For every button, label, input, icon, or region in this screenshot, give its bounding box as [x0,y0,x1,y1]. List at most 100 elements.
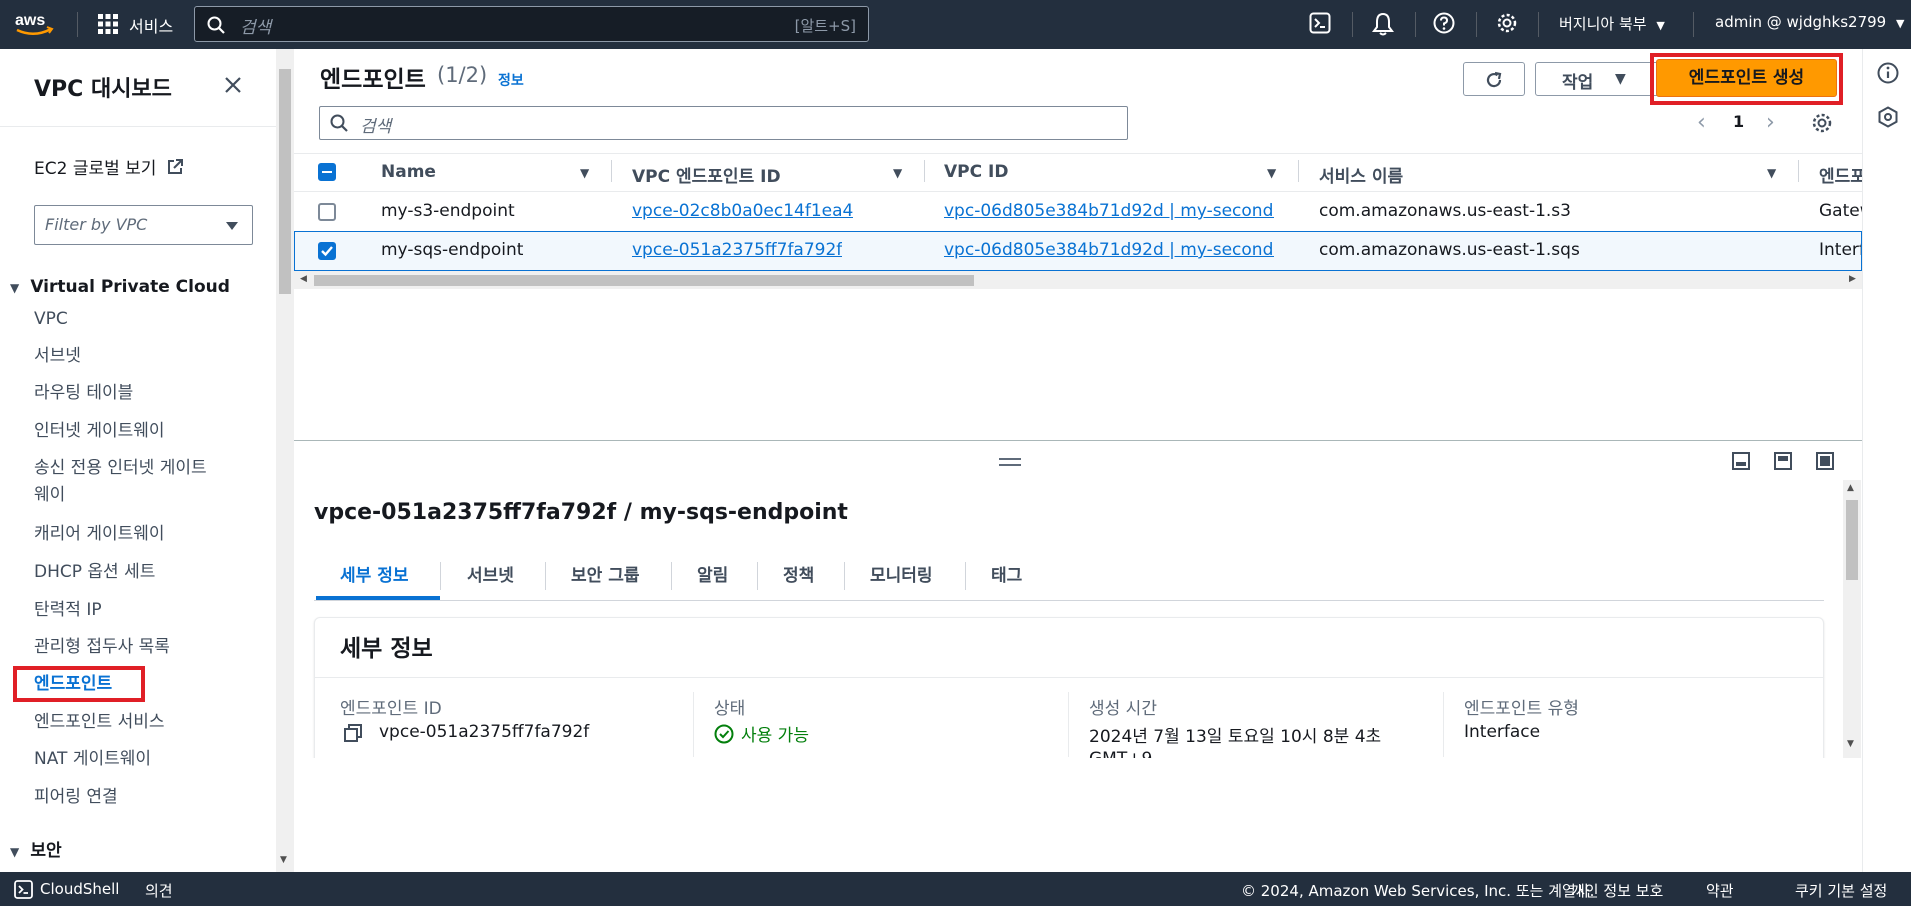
field-label-endpoint-type: 엔드포인트 유형 [1464,699,1579,719]
nav-separator [1476,12,1477,37]
row-endpoint-id-link[interactable]: vpce-02c8b0a0ec14f1ea4 [632,201,853,221]
next-page-icon[interactable]: › [1766,110,1775,135]
column-divider[interactable] [1798,160,1799,182]
tab-notifications[interactable]: 알림 [697,561,728,586]
sidebar-item-peering-connections[interactable]: 피어링 연결 [34,784,118,811]
create-endpoint-button[interactable]: 엔드포인트 생성 [1656,59,1837,97]
right-tools-rail [1862,49,1911,872]
services-grid-icon[interactable] [97,13,119,35]
caret-down-icon: ▼ [1895,17,1905,30]
split-bottom-icon[interactable] [1732,452,1750,470]
table-preferences-icon[interactable] [1811,112,1833,134]
split-side-icon[interactable] [1774,452,1792,470]
info-panel-icon[interactable] [1877,62,1899,84]
sidebar-item-nat-gateways[interactable]: NAT 게이트웨이 [34,746,151,773]
split-off-icon[interactable] [1816,452,1834,470]
scroll-right-icon[interactable]: ▶ [1849,274,1856,284]
aws-logo[interactable]: aws [14,11,54,37]
table-horizontal-scrollbar[interactable]: ◀ ▶ [294,271,1862,289]
account-menu[interactable]: admin @ wjdghks2799 ▼ [1715,13,1904,31]
column-divider[interactable] [1298,160,1299,182]
caret-down-icon [225,221,239,231]
global-search-input[interactable]: 검색 [알트+S] [194,6,869,42]
section-security-toggle[interactable]: ▼ 보안 [10,836,62,861]
scroll-down-icon[interactable]: ▼ [1847,739,1854,749]
row-checkbox-checked[interactable] [318,242,336,260]
help-icon[interactable] [1433,12,1455,34]
region-selector[interactable]: 버지니아 북부 ▼ [1559,13,1665,34]
sidebar-item-egress-only-gateways-wrap[interactable]: 웨이 [34,482,65,509]
sidebar-item-internet-gateways[interactable]: 인터넷 게이트웨이 [34,418,165,445]
table-row[interactable]: my-s3-endpoint vpce-02c8b0a0ec14f1ea4 vp… [294,192,1862,231]
sidebar-scrollbar-thumb[interactable] [279,69,291,294]
detail-scrollbar-thumb[interactable] [1846,500,1858,580]
sidebar-item-subnets[interactable]: 서브넷 [34,343,81,370]
row-endpoint-id-link[interactable]: vpce-051a2375ff7fa792f [632,240,842,260]
row-checkbox[interactable] [318,203,336,221]
cloudshell-icon[interactable] [1309,12,1331,34]
services-menu[interactable]: 서비스 [129,13,173,37]
actions-button[interactable]: 작업 ▼ [1535,62,1664,96]
feedback-link[interactable]: 의견 [145,880,173,901]
sidebar-title[interactable]: VPC 대시보드 [34,71,172,103]
sidebar-item-carrier-gateways[interactable]: 캐리어 게이트웨이 [34,521,165,548]
sidebar-item-egress-only-gateways[interactable]: 송신 전용 인터넷 게이트 [34,455,207,482]
notifications-bell-icon[interactable] [1372,12,1394,36]
tab-tags[interactable]: 태그 [991,561,1022,586]
ec2-global-view-link[interactable]: EC2 글로벌 보기 [34,154,184,179]
sidebar-item-endpoints[interactable]: 엔드포인트 [34,671,112,698]
previous-page-icon[interactable]: ‹ [1697,110,1706,135]
refresh-button[interactable] [1463,62,1525,96]
sort-icon[interactable]: ▼ [1767,166,1776,180]
sidebar-scrollbar[interactable]: ▼ [276,49,294,872]
copy-icon[interactable] [344,724,362,742]
settings-gear-icon[interactable] [1496,12,1518,34]
table-row-selected[interactable]: my-sqs-endpoint vpce-051a2375ff7fa792f v… [294,231,1862,271]
row-vpc-id-link[interactable]: vpc-06d805e384b71d92d | my-second-… [944,240,1274,260]
tab-divider [757,562,758,590]
sidebar-item-route-tables[interactable]: 라우팅 테이블 [34,380,133,407]
close-icon[interactable] [224,76,242,94]
sidebar-item-elastic-ips[interactable]: 탄력적 IP [34,597,102,624]
vpc-filter-select[interactable]: Filter by VPC [34,205,253,245]
tab-policy[interactable]: 정책 [783,561,814,586]
tab-subnets[interactable]: 서브넷 [467,561,514,586]
section-vpc-toggle[interactable]: ▼ Virtual Private Cloud [10,277,230,297]
tab-monitoring[interactable]: 모니터링 [870,561,933,586]
detail-scrollbar[interactable]: ▲ ▼ [1843,480,1861,758]
privacy-link[interactable]: 개인 정보 보호 [1571,880,1663,901]
scroll-up-icon[interactable]: ▲ [1847,483,1854,493]
field-label-endpoint-id: 엔드포인트 ID [340,699,442,719]
info-link[interactable]: 정보 [498,70,524,90]
sort-icon[interactable]: ▼ [580,166,589,180]
footer: CloudShell 의견 © 2024, Amazon Web Service… [0,872,1911,906]
row-vpc-id-link[interactable]: vpc-06d805e384b71d92d | my-second-… [944,201,1274,221]
sort-icon[interactable]: ▼ [1267,166,1276,180]
select-all-checkbox[interactable] [318,163,336,181]
section-vpc-label: Virtual Private Cloud [30,277,230,297]
tab-security-groups[interactable]: 보안 그룹 [571,561,639,586]
page-number[interactable]: 1 [1733,112,1744,131]
drag-handle-icon[interactable] [999,458,1021,466]
terms-link[interactable]: 약관 [1706,880,1734,901]
row-endpoint-type: Interf [1819,240,1861,260]
sidebar-item-managed-prefix-lists[interactable]: 관리형 접두사 목록 [34,634,170,661]
scroll-left-icon[interactable]: ◀ [300,274,307,284]
sidebar-item-dhcp-option-sets[interactable]: DHCP 옵션 세트 [34,559,155,586]
sidebar-item-endpoint-services[interactable]: 엔드포인트 서비스 [34,709,165,736]
cookie-preferences-link[interactable]: 쿠키 기본 설정 [1795,880,1887,901]
table-scrollbar-thumb[interactable] [314,275,974,286]
tab-details[interactable]: 세부 정보 [340,561,408,586]
cloudshell-footer-icon[interactable] [14,880,33,899]
applications-hexagon-icon[interactable] [1877,106,1899,128]
sidebar-item-vpc[interactable]: VPC [34,306,68,333]
sort-icon[interactable]: ▼ [893,166,902,180]
column-divider[interactable] [924,160,925,182]
cloudshell-link[interactable]: CloudShell [40,880,119,898]
caret-down-icon: ▼ [10,281,20,295]
table-search-input[interactable]: 검색 [319,106,1128,140]
caret-down-icon: ▼ [1656,19,1665,32]
scroll-down-icon[interactable]: ▼ [280,855,287,865]
nav-separator [1538,12,1539,37]
column-divider[interactable] [611,160,612,182]
